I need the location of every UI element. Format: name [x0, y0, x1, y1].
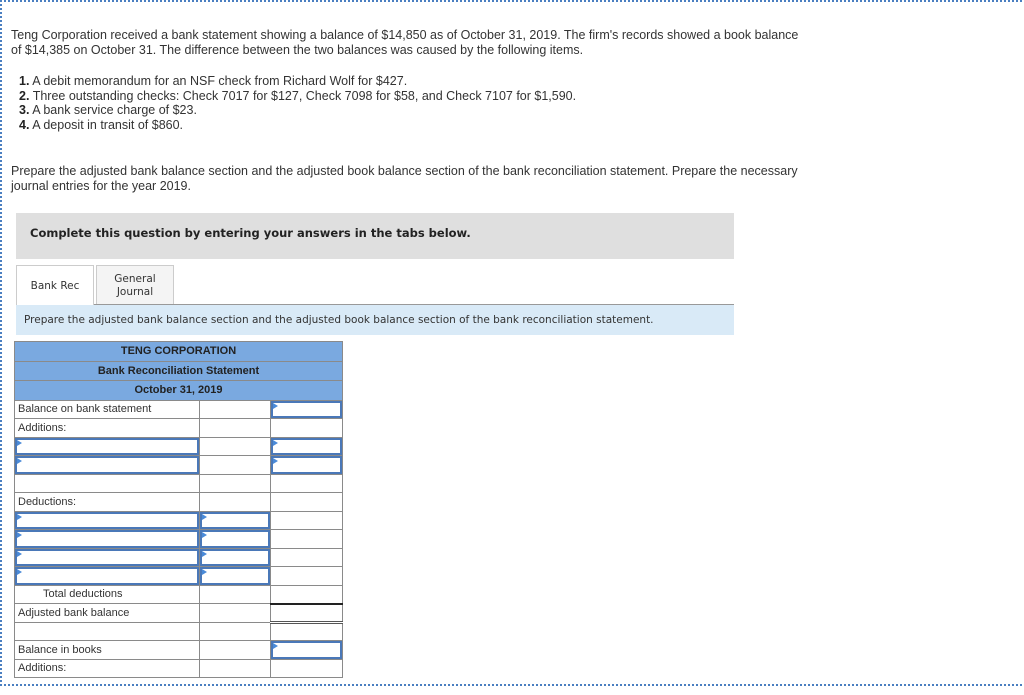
- item-text: A debit memorandum for an NSF check from…: [32, 74, 408, 88]
- addition-amount-input[interactable]: [271, 456, 342, 474]
- balance-books-label: Balance in books: [18, 643, 102, 656]
- adjusted-bank-balance-label: Adjusted bank balance: [18, 606, 130, 619]
- description-input[interactable]: [17, 439, 197, 453]
- table-row: Balance in books: [14, 640, 343, 660]
- description-input[interactable]: [17, 513, 197, 527]
- complete-banner-text: Complete this question by entering your …: [30, 226, 471, 240]
- table-row: [14, 510, 343, 530]
- table-row: Deductions:: [14, 492, 343, 512]
- amount-input[interactable]: [202, 513, 268, 527]
- amount-input[interactable]: [273, 402, 340, 416]
- table-row: [14, 436, 343, 456]
- deduction-description-input[interactable]: [15, 567, 199, 585]
- amount-input[interactable]: [273, 643, 340, 657]
- amount-input[interactable]: [202, 532, 268, 546]
- tab-prompt: Prepare the adjusted bank balance sectio…: [16, 305, 734, 335]
- list-item: 4. A deposit in transit of $860.: [19, 118, 576, 133]
- header-row: October 31, 2019: [14, 380, 343, 401]
- tab-general-journal-label: General Journal: [114, 272, 156, 298]
- additions-books-label: Additions:: [18, 662, 67, 675]
- table-row: [14, 547, 343, 567]
- header-row: Bank Reconciliation Statement: [14, 360, 343, 381]
- deduction-amount-input[interactable]: [200, 567, 270, 585]
- deduction-amount-input[interactable]: [200, 511, 270, 529]
- addition-description-input[interactable]: [15, 456, 199, 474]
- deduction-amount-input[interactable]: [200, 548, 270, 566]
- list-item: 1. A debit memorandum for an NSF check f…: [19, 74, 576, 89]
- table-row: [14, 566, 343, 586]
- tab-prompt-text: Prepare the adjusted bank balance sectio…: [24, 314, 654, 326]
- addition-description-input[interactable]: [15, 437, 199, 455]
- amount-input[interactable]: [202, 569, 268, 583]
- list-item: 2. Three outstanding checks: Check 7017 …: [19, 89, 576, 104]
- table-row: [14, 455, 343, 475]
- deductions-label: Deductions:: [18, 495, 77, 508]
- balance-books-amount-input[interactable]: [271, 641, 342, 659]
- total-deductions-amount: [270, 584, 343, 604]
- item-text: A bank service charge of $23.: [32, 103, 197, 117]
- amount-input[interactable]: [273, 439, 340, 453]
- item-number: 3.: [19, 103, 30, 117]
- statement-title: Bank Reconciliation Statement: [14, 360, 343, 381]
- tab-bank-rec[interactable]: Bank Rec: [16, 265, 94, 306]
- addition-amount-input[interactable]: [271, 437, 342, 455]
- tab-general-journal[interactable]: General Journal: [96, 265, 174, 305]
- table-row: Balance on bank statement: [14, 399, 343, 419]
- amount-input[interactable]: [273, 458, 340, 472]
- balance-bank-label: Balance on bank statement: [18, 403, 152, 416]
- header-row: TENG CORPORATION: [14, 341, 343, 362]
- table-row: Adjusted bank balance: [14, 602, 343, 624]
- complete-banner: Complete this question by entering your …: [16, 213, 734, 259]
- deduction-description-input[interactable]: [15, 530, 199, 548]
- item-text: A deposit in transit of $860.: [32, 117, 184, 132]
- question-frame: Teng Corporation received a bank stateme…: [0, 0, 1022, 686]
- deduction-description-input[interactable]: [15, 548, 199, 566]
- table-row: Total deductions: [14, 584, 343, 604]
- amount-input[interactable]: [202, 550, 268, 564]
- company-name: TENG CORPORATION: [14, 341, 343, 362]
- total-deductions-label: Total deductions: [43, 588, 123, 601]
- table-row: Additions:: [14, 418, 343, 438]
- description-input[interactable]: [17, 550, 197, 564]
- bank-reconciliation-table: TENG CORPORATION Bank Reconciliation Sta…: [14, 341, 343, 678]
- description-input[interactable]: [17, 532, 197, 546]
- item-number: 1.: [19, 74, 30, 88]
- deduction-description-input[interactable]: [15, 511, 199, 529]
- table-row: [14, 621, 343, 641]
- statement-date: October 31, 2019: [14, 380, 343, 401]
- adjusted-bank-balance-amount: [270, 602, 343, 624]
- item-number: 2.: [19, 88, 30, 103]
- problem-items-list: 1. A debit memorandum for an NSF check f…: [19, 74, 576, 132]
- table-row: [14, 529, 343, 549]
- item-text: Three outstanding checks: Check 7017 for…: [32, 88, 577, 103]
- item-number: 4.: [19, 117, 30, 132]
- list-item: 3. A bank service charge of $23.: [19, 103, 576, 118]
- table-row: Additions:: [14, 658, 343, 678]
- problem-instructions: Prepare the adjusted bank balance sectio…: [11, 164, 798, 193]
- problem-intro: Teng Corporation received a bank stateme…: [11, 28, 799, 57]
- deduction-amount-input[interactable]: [200, 530, 270, 548]
- description-input[interactable]: [17, 458, 197, 472]
- description-input[interactable]: [17, 569, 197, 583]
- table-row: [14, 473, 343, 493]
- balance-bank-amount-input[interactable]: [271, 400, 342, 418]
- additions-label: Additions:: [18, 421, 67, 434]
